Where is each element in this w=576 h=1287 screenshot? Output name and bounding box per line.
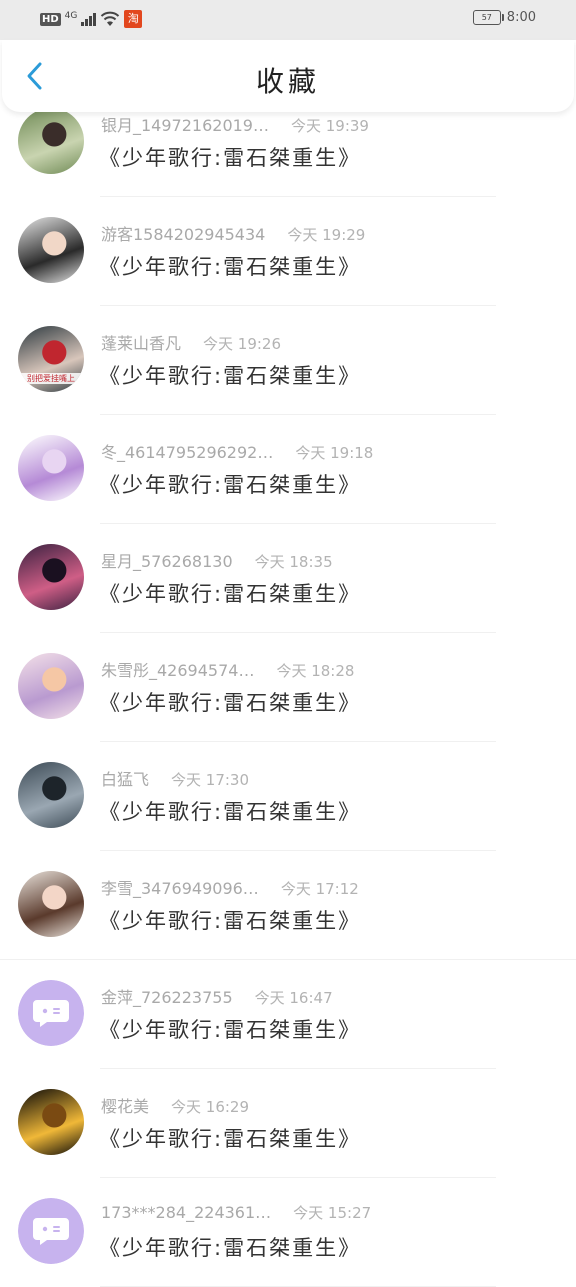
item-meta: 朱雪彤_42694574… 今天 18:28 [101,657,354,681]
list-item[interactable]: 173***284_224361… 今天 15:27 《少年歌行:雷石桀重生》 [0,1178,576,1287]
item-meta: 银月_14972162019… 今天 19:39 [101,112,369,136]
username: 银月_14972162019… [101,116,269,135]
timestamp: 今天 19:26 [203,335,282,353]
clock: 8:00 [506,10,536,25]
favorite-title: 《少年歌行:雷石桀重生》 [99,1018,362,1042]
app-header: 收藏 [2,40,574,112]
avatar[interactable] [18,762,84,828]
list-item[interactable]: 金萍_726223755 今天 16:47 《少年歌行:雷石桀重生》 [0,960,576,1069]
taobao-notification-icon: 淘 [124,10,143,28]
default-avatar-icon [18,980,84,1046]
battery-icon: 57 [472,10,504,25]
item-meta: 樱花美 今天 16:29 [101,1093,249,1117]
username: 173***284_224361… [101,1203,272,1222]
timestamp: 今天 17:12 [280,880,359,898]
item-meta: 金萍_726223755 今天 16:47 [101,984,333,1008]
list-item[interactable]: 冬_4614795296292… 今天 19:18 《少年歌行:雷石桀重生》 [0,415,576,524]
item-meta: 星月_576268130 今天 18:35 [101,548,333,572]
list-item[interactable]: 星月_576268130 今天 18:35 《少年歌行:雷石桀重生》 [0,524,576,633]
timestamp: 今天 15:27 [293,1204,372,1222]
favorite-title: 《少年歌行:雷石桀重生》 [99,473,362,497]
avatar[interactable] [18,871,84,937]
timestamp: 今天 16:29 [171,1098,250,1116]
username: 李雪_3476949096… [101,879,259,898]
username: 樱花美 [101,1097,150,1116]
list-item[interactable]: 别把爱挂嘴上 蓬莱山香凡 今天 19:26 《少年歌行:雷石桀重生》 [0,306,576,415]
username: 蓬莱山香凡 [101,334,182,353]
hd-badge: HD [40,12,61,26]
favorite-title: 《少年歌行:雷石桀重生》 [99,582,362,606]
avatar[interactable] [18,435,84,501]
avatar[interactable] [18,544,84,610]
list-item[interactable]: 樱花美 今天 16:29 《少年歌行:雷石桀重生》 [0,1069,576,1178]
favorite-title: 《少年歌行:雷石桀重生》 [99,1127,362,1151]
signal-icon [81,12,97,26]
username: 白猛飞 [101,770,150,789]
username: 星月_576268130 [101,552,233,571]
wifi-icon [101,11,120,26]
default-avatar-icon [18,1198,84,1264]
item-meta: 李雪_3476949096… 今天 17:12 [101,875,359,899]
username: 冬_4614795296292… [101,443,274,462]
favorite-title: 《少年歌行:雷石桀重生》 [99,800,362,824]
timestamp: 今天 18:28 [276,662,355,680]
favorite-title: 《少年歌行:雷石桀重生》 [99,146,362,170]
item-meta: 白猛飞 今天 17:30 [101,766,249,790]
favorite-title: 《少年歌行:雷石桀重生》 [99,691,362,715]
item-meta: 173***284_224361… 今天 15:27 [101,1202,371,1223]
avatar[interactable]: 别把爱挂嘴上 [18,326,84,392]
list-item[interactable]: 游客1584202945434 今天 19:29 《少年歌行:雷石桀重生》 [0,197,576,306]
status-bar: HD 4G 淘 57 8:00 [0,0,576,40]
timestamp: 今天 19:18 [295,444,374,462]
timestamp: 今天 18:35 [254,553,333,571]
timestamp: 今天 17:30 [171,771,250,789]
timestamp: 今天 16:47 [254,989,333,1007]
avatar[interactable] [18,217,84,283]
username: 游客1584202945434 [101,225,266,244]
avatar[interactable] [18,1089,84,1155]
username: 金萍_726223755 [101,988,233,1007]
timestamp: 今天 19:29 [287,226,366,244]
favorite-title: 《少年歌行:雷石桀重生》 [99,364,362,388]
item-meta: 蓬莱山香凡 今天 19:26 [101,330,281,354]
avatar[interactable] [18,653,84,719]
item-meta: 冬_4614795296292… 今天 19:18 [101,439,373,463]
favorites-list: 银月_14972162019… 今天 19:39 《少年歌行:雷石桀重生》 游客158… [0,108,576,1287]
item-meta: 游客1584202945434 今天 19:29 [101,221,365,245]
list-item[interactable]: 朱雪彤_42694574… 今天 18:28 《少年歌行:雷石桀重生》 [0,633,576,742]
favorite-title: 《少年歌行:雷石桀重生》 [99,1236,362,1260]
avatar[interactable] [18,1198,84,1264]
avatar[interactable] [18,108,84,174]
username: 朱雪彤_42694574… [101,661,255,680]
network-type: 4G [64,11,78,21]
list-item[interactable]: 白猛飞 今天 17:30 《少年歌行:雷石桀重生》 [0,742,576,851]
status-right: 57 8:00 [472,10,536,25]
avatar[interactable] [18,980,84,1046]
avatar-caption: 别把爱挂嘴上 [18,373,84,384]
favorite-title: 《少年歌行:雷石桀重生》 [99,255,362,279]
status-left: HD 4G 淘 [40,10,143,28]
page-title: 收藏 [255,65,320,98]
favorite-title: 《少年歌行:雷石桀重生》 [99,909,362,933]
timestamp: 今天 19:39 [290,117,369,135]
list-item[interactable]: 李雪_3476949096… 今天 17:12 《少年歌行:雷石桀重生》 [0,851,576,960]
